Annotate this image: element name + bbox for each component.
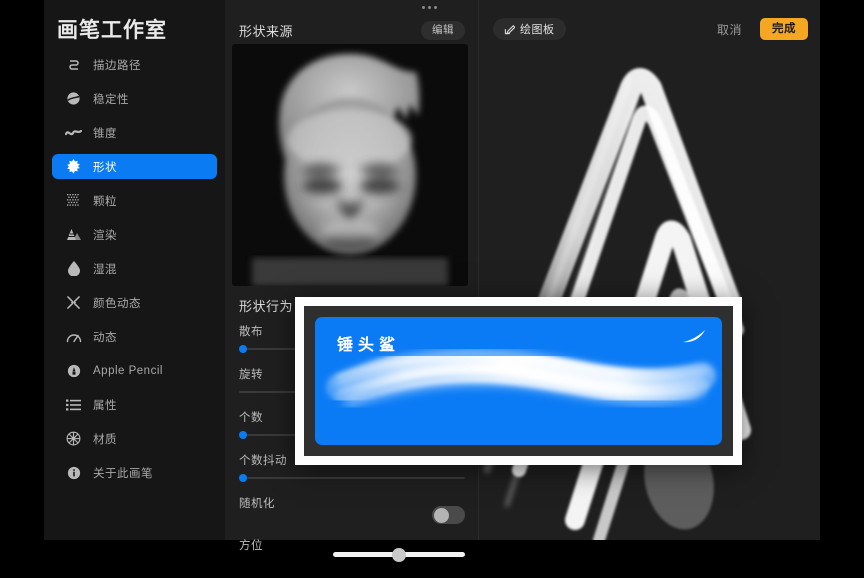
edit-button[interactable]: 编辑 xyxy=(421,20,465,40)
taper-icon xyxy=(65,124,82,141)
randomize-toggle[interactable] xyxy=(432,506,465,524)
cancel-button[interactable]: 取消 xyxy=(717,21,742,38)
dynamics-icon xyxy=(65,328,82,345)
sidebar-item-label: 形状 xyxy=(93,161,117,174)
more-options-icon[interactable] xyxy=(422,6,437,9)
apple-pencil-icon xyxy=(65,362,82,379)
sidebar-item-taper[interactable]: 锥度 xyxy=(52,120,217,145)
sidebar-item-materials[interactable]: 材质 xyxy=(52,426,217,451)
stabilization-icon xyxy=(65,90,82,107)
drawing-pad-label: 绘图板 xyxy=(520,24,555,36)
row-label: 随机化 xyxy=(239,498,275,510)
sidebar: 画笔工作室 描边路径 稳定性 锥度 形状 颗粒 渲染 湿混 颜色动态 动态 Ap… xyxy=(44,0,225,540)
row-label: 方位 xyxy=(239,540,263,552)
sidebar-item-wet-mix[interactable]: 湿混 xyxy=(52,256,217,281)
sidebar-item-label: 湿混 xyxy=(93,263,117,276)
brush-swatch: 锤头鲨 xyxy=(315,317,722,445)
sidebar-item-color-dynamics[interactable]: 颜色动态 xyxy=(52,290,217,315)
sidebar-item-label: 锥度 xyxy=(93,127,117,140)
row-azimuth: 方位 xyxy=(225,536,479,578)
sidebar-item-shape[interactable]: 形状 xyxy=(52,154,217,179)
done-button[interactable]: 完成 xyxy=(760,18,808,40)
sidebar-item-label: 颜色动态 xyxy=(93,297,141,310)
materials-icon xyxy=(65,430,82,447)
rendering-icon xyxy=(65,226,82,243)
sidebar-item-stroke-path[interactable]: 描边路径 xyxy=(52,52,217,77)
shape-icon xyxy=(65,158,82,175)
shape-source-thumbnail[interactable] xyxy=(232,44,468,286)
right-black-bar xyxy=(820,0,864,540)
grain-icon xyxy=(65,192,82,209)
sidebar-item-properties[interactable]: 属性 xyxy=(52,392,217,417)
brush-preview-card[interactable]: 锤头鲨 xyxy=(295,297,742,465)
sidebar-item-stabilization[interactable]: 稳定性 xyxy=(52,86,217,111)
sidebar-item-grain[interactable]: 颗粒 xyxy=(52,188,217,213)
screen-root: 画笔工作室 描边路径 稳定性 锥度 形状 颗粒 渲染 湿混 颜色动态 动态 Ap… xyxy=(0,0,864,562)
sidebar-item-label: Apple Pencil xyxy=(93,364,163,377)
pencil-edit-icon xyxy=(504,24,516,35)
sidebar-item-dynamics[interactable]: 动态 xyxy=(52,324,217,349)
brush-preview-frame: 锤头鲨 xyxy=(304,306,733,456)
sidebar-item-label: 稳定性 xyxy=(93,93,129,106)
sidebar-item-label: 属性 xyxy=(93,399,117,412)
sidebar-item-rendering[interactable]: 渲染 xyxy=(52,222,217,247)
sidebar-nav: 描边路径 稳定性 锥度 形状 颗粒 渲染 湿混 颜色动态 动态 Apple Pe… xyxy=(44,52,225,494)
about-brush-icon xyxy=(65,464,82,481)
sidebar-item-apple-pencil[interactable]: Apple Pencil xyxy=(52,358,217,383)
count-jitter-slider[interactable] xyxy=(239,474,465,482)
sidebar-item-label: 描边路径 xyxy=(93,59,141,72)
sidebar-item-label: 关于此画笔 xyxy=(93,467,153,480)
sidebar-item-label: 动态 xyxy=(93,331,117,344)
left-black-bar xyxy=(0,0,44,540)
sidebar-item-label: 颗粒 xyxy=(93,195,117,208)
sidebar-item-label: 渲染 xyxy=(93,229,117,242)
sidebar-item-about-brush[interactable]: 关于此画笔 xyxy=(52,460,217,485)
brush-name: 锤头鲨 xyxy=(337,337,401,354)
drawing-pad-toolbar: 绘图板 取消 完成 xyxy=(479,0,820,58)
row-randomize: 随机化 xyxy=(225,494,479,536)
shape-source-image xyxy=(232,44,468,286)
shape-source-title: 形状来源 xyxy=(239,23,294,39)
properties-icon xyxy=(65,396,82,413)
drawing-pad-button[interactable]: 绘图板 xyxy=(493,18,566,40)
stroke-path-icon xyxy=(65,56,82,73)
page-title: 画笔工作室 xyxy=(57,19,167,42)
wet-mix-icon xyxy=(65,260,82,277)
azimuth-slider[interactable] xyxy=(333,548,465,562)
shape-behavior-title: 形状行为 xyxy=(239,299,294,314)
brush-stroke-mark-icon xyxy=(682,329,706,345)
color-dynamics-icon xyxy=(65,294,82,311)
shape-source-header: 形状来源 编辑 xyxy=(225,18,479,42)
sidebar-item-label: 材质 xyxy=(93,433,117,446)
